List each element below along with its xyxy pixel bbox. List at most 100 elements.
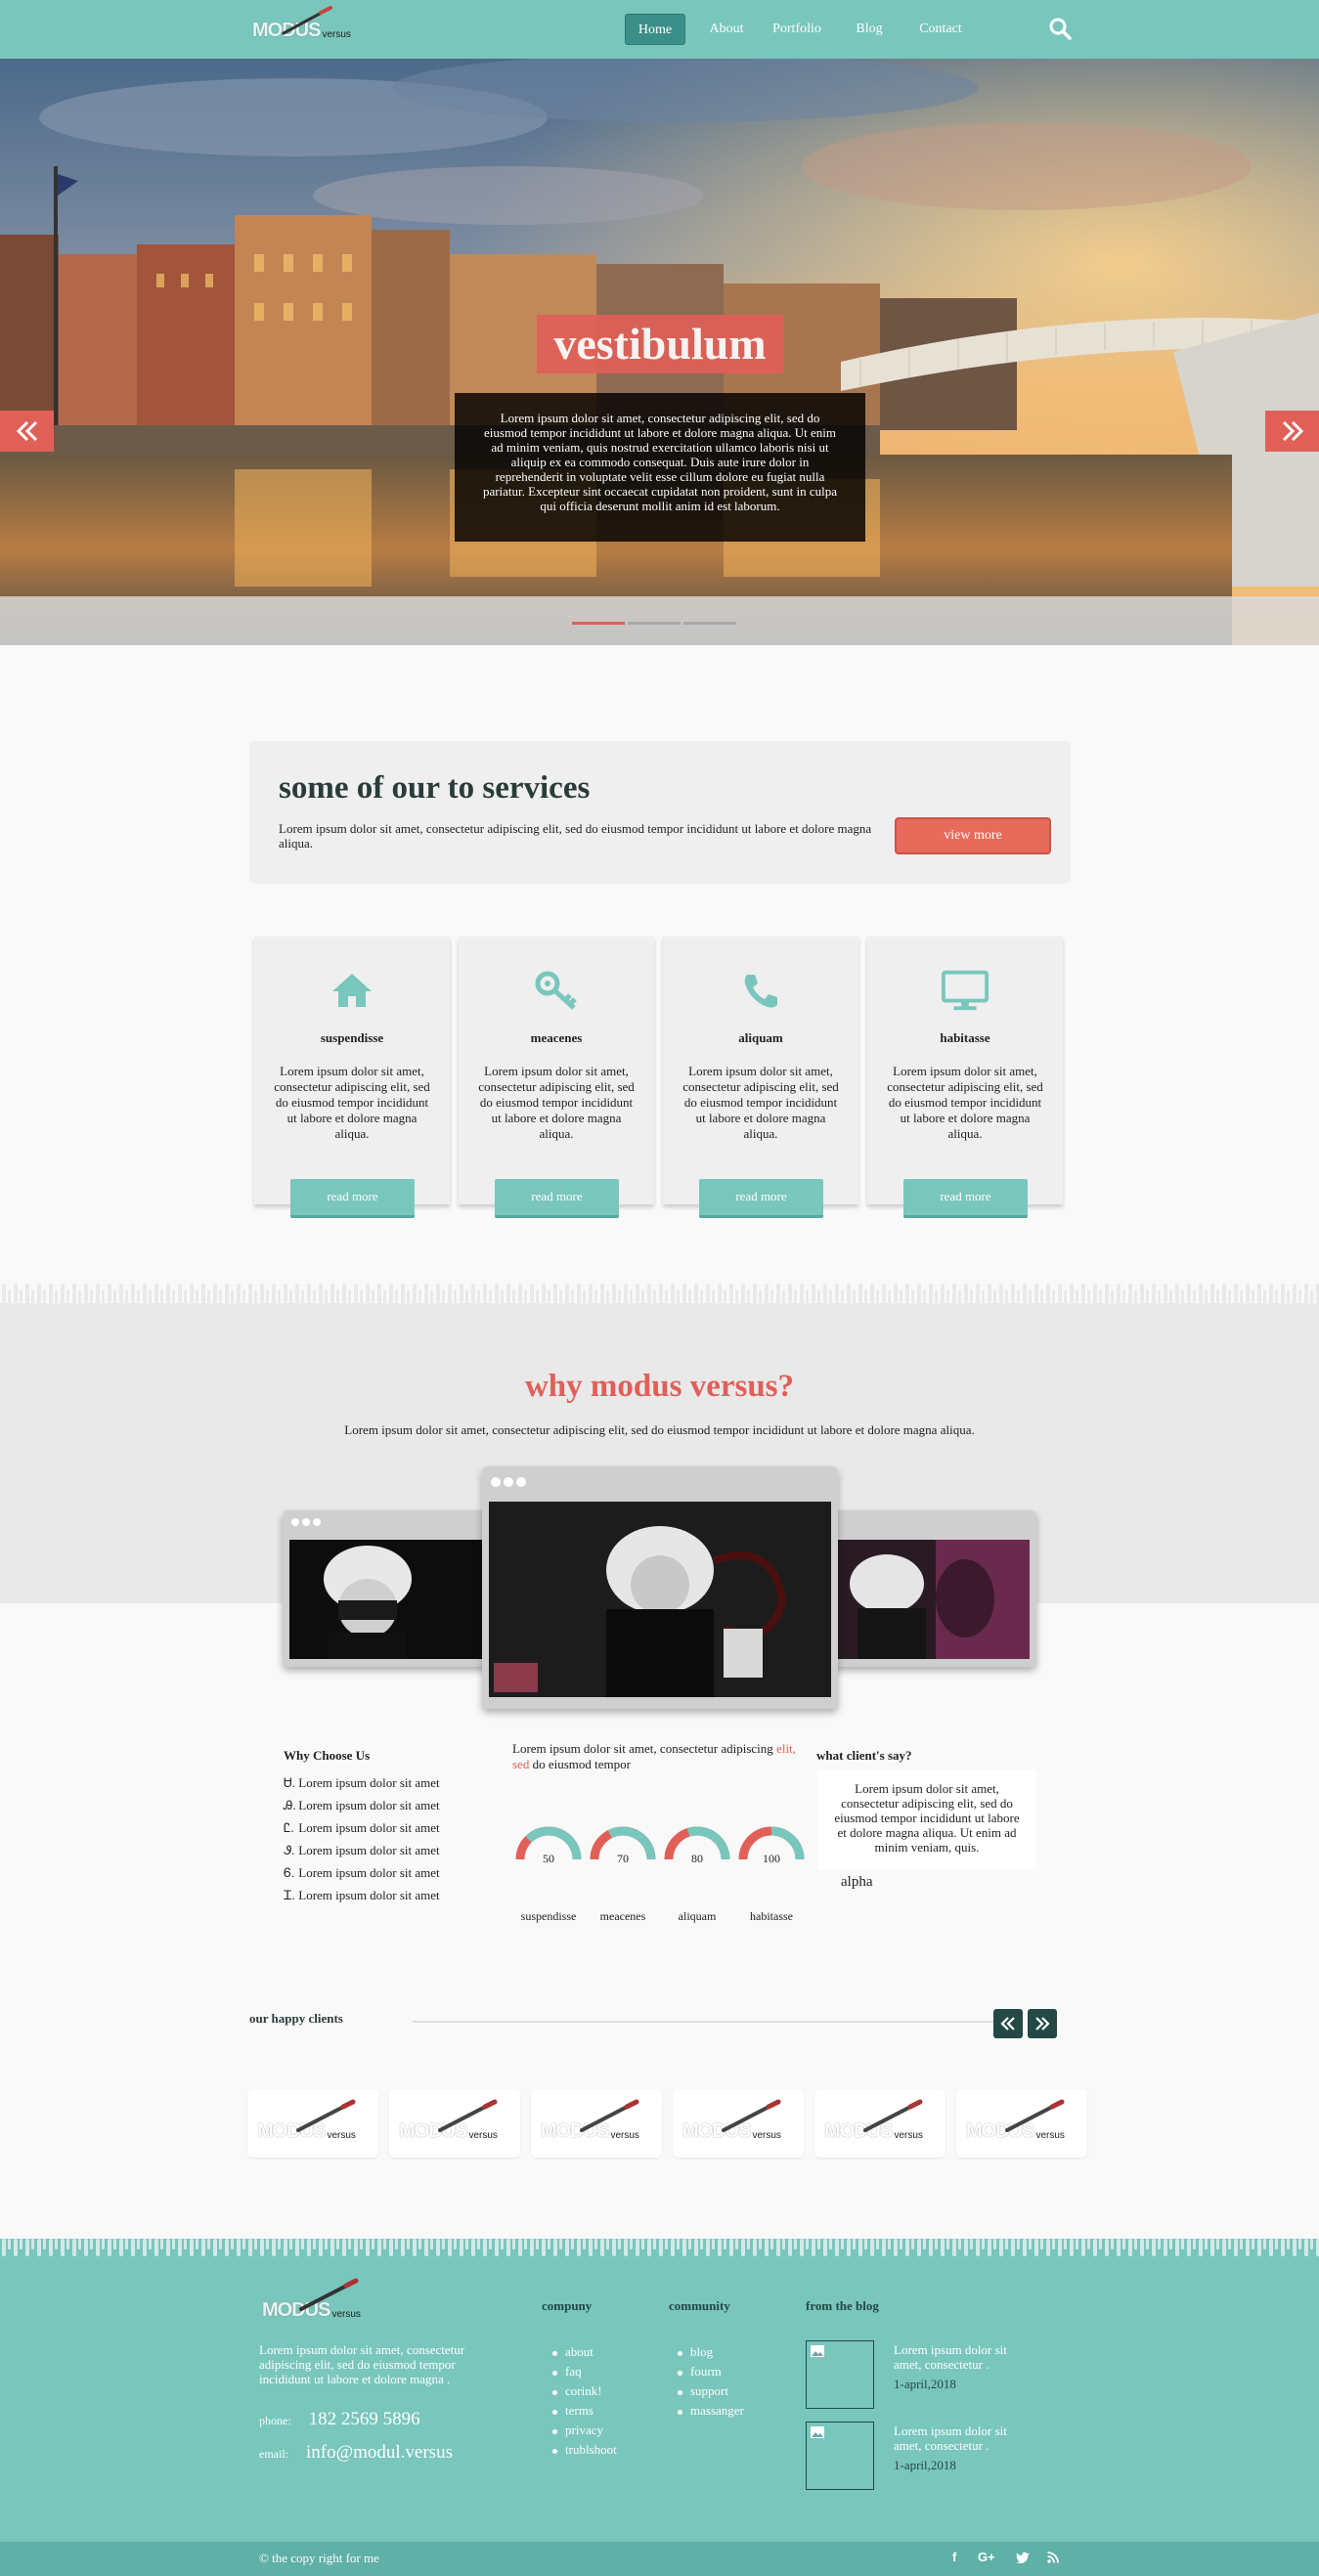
image-icon bbox=[811, 2345, 824, 2357]
service-card: suspendisse Lorem ipsum dolor sit amet, … bbox=[254, 937, 450, 1218]
slide-dot-3[interactable] bbox=[683, 622, 736, 625]
hero-text: Lorem ipsum dolor sit amet, consectetur … bbox=[455, 393, 865, 542]
client-logo[interactable]: MODUS versus bbox=[247, 2089, 378, 2158]
service-card: meacenes Lorem ipsum dolor sit amet, con… bbox=[459, 937, 654, 1218]
clients-prev-button[interactable] bbox=[993, 2009, 1023, 2038]
list-item: Ꮭ. Lorem ipsum dolor sit amet bbox=[284, 1820, 440, 1836]
search-icon[interactable] bbox=[1048, 17, 1072, 40]
bottom-bar bbox=[0, 2542, 1319, 2576]
slide-dot-2[interactable] bbox=[628, 622, 681, 625]
logo[interactable]: MODUS versus bbox=[252, 6, 351, 42]
brand-logo: MODUS versus bbox=[682, 2099, 781, 2143]
list-item: Ꭿ. Lorem ipsum dolor sit amet bbox=[284, 1798, 440, 1813]
twitter-icon[interactable] bbox=[1016, 2552, 1030, 2563]
list-item: Ꮖ. Lorem ipsum dolor sit amet bbox=[284, 1888, 440, 1903]
list-text: Lorem ipsum dolor sit amet bbox=[298, 1865, 440, 1880]
blog-thumbnail[interactable] bbox=[806, 2422, 874, 2490]
prev-slide-button[interactable] bbox=[0, 411, 54, 452]
footer-link-support[interactable]: support bbox=[678, 2383, 728, 2399]
gauge-value: 50 bbox=[543, 1852, 554, 1865]
community-heading: community bbox=[669, 2298, 730, 2313]
facebook-icon[interactable]: f bbox=[952, 2550, 956, 2564]
brand-logo: MODUS versus bbox=[541, 2099, 639, 2143]
happy-clients-title: our happy clients bbox=[249, 2011, 343, 2026]
blog-thumbnail[interactable] bbox=[806, 2340, 874, 2409]
brush-icon bbox=[1005, 2099, 1065, 2132]
rss-icon[interactable] bbox=[1047, 2552, 1059, 2563]
client-logo[interactable]: MODUS versus bbox=[956, 2089, 1087, 2158]
nav-home[interactable]: Home bbox=[625, 14, 685, 45]
anime-screenshot-left bbox=[289, 1540, 501, 1659]
footer-link-about[interactable]: about bbox=[552, 2344, 594, 2360]
view-more-button[interactable]: view more bbox=[895, 817, 1051, 854]
gauge-label: habitasse bbox=[750, 1909, 793, 1923]
footer-link-massanger[interactable]: massanger bbox=[678, 2403, 744, 2419]
card-body: Lorem ipsum dolor sit amet, consectetur … bbox=[887, 1064, 1043, 1141]
brand-logo: MODUS versus bbox=[399, 2099, 498, 2143]
client-logo[interactable]: MODUS versus bbox=[814, 2089, 945, 2158]
list-text: Lorem ipsum dolor sit amet bbox=[298, 1820, 440, 1835]
list-text: Lorem ipsum dolor sit amet bbox=[298, 1798, 440, 1812]
client-logo[interactable]: MODUS versus bbox=[673, 2089, 804, 2158]
footer-link-privacy[interactable]: privacy bbox=[552, 2423, 603, 2438]
blog-post-title[interactable]: Lorem ipsum dolor sit amet, consectetur … bbox=[894, 2423, 1031, 2453]
brush-icon bbox=[438, 2099, 498, 2132]
footer-about: Lorem ipsum dolor sit amet, consectetur … bbox=[259, 2342, 465, 2386]
client-logo[interactable]: MODUS versus bbox=[531, 2089, 662, 2158]
footer-logo[interactable]: MODUS versus bbox=[262, 2278, 361, 2322]
card-body: Lorem ipsum dolor sit amet, consectetur … bbox=[478, 1064, 635, 1141]
home-icon bbox=[328, 968, 376, 1013]
read-more-button[interactable]: read more bbox=[290, 1179, 415, 1218]
why-title: why modus versus? bbox=[524, 1369, 795, 1404]
read-more-button[interactable]: read more bbox=[699, 1179, 823, 1218]
list-text: Lorem ipsum dolor sit amet bbox=[298, 1888, 440, 1902]
copyright: © the copy right for me bbox=[259, 2551, 379, 2565]
footer-link-blog[interactable]: blog bbox=[678, 2344, 713, 2360]
service-card: aliquam Lorem ipsum dolor sit amet, cons… bbox=[663, 937, 858, 1218]
nav-contact[interactable]: Contact bbox=[909, 14, 972, 45]
testimonial-author: alpha bbox=[841, 1874, 873, 1890]
footer-link-fourm[interactable]: fourm bbox=[678, 2364, 722, 2380]
list-bullet: Ꮭ. bbox=[284, 1820, 294, 1835]
read-more-button[interactable]: read more bbox=[903, 1179, 1028, 1218]
client-logo[interactable]: MODUS versus bbox=[389, 2089, 520, 2158]
card-body: Lorem ipsum dolor sit amet, consectetur … bbox=[682, 1064, 839, 1141]
brush-icon bbox=[299, 2278, 359, 2311]
blog-post-date: 1-april,2018 bbox=[894, 2377, 956, 2391]
gauge-value: 70 bbox=[617, 1852, 629, 1865]
double-chevron-right-icon bbox=[1035, 2017, 1050, 2030]
list-text: Lorem ipsum dolor sit amet bbox=[298, 1775, 440, 1790]
service-card: habitasse Lorem ipsum dolor sit amet, co… bbox=[867, 937, 1063, 1218]
email-address[interactable]: info@modul.versus bbox=[306, 2442, 453, 2463]
phone-icon bbox=[736, 968, 785, 1013]
google-plus-icon[interactable]: G+ bbox=[978, 2550, 995, 2564]
footer-link-faq[interactable]: faq bbox=[552, 2364, 582, 2380]
next-slide-button[interactable] bbox=[1265, 411, 1319, 452]
email-label: email: bbox=[259, 2447, 288, 2461]
footer-link-terms[interactable]: terms bbox=[552, 2403, 594, 2419]
footer-link-corink[interactable]: corink! bbox=[552, 2383, 602, 2399]
gauge-value: 80 bbox=[691, 1852, 703, 1865]
double-chevron-left-icon bbox=[1000, 2017, 1015, 2030]
card-title: suspendisse bbox=[320, 1030, 384, 1045]
card-title: meacenes bbox=[530, 1030, 583, 1045]
read-more-button[interactable]: read more bbox=[495, 1179, 619, 1218]
nav-about[interactable]: About bbox=[702, 14, 751, 45]
clients-next-button[interactable] bbox=[1028, 2009, 1057, 2038]
slide-dot-1[interactable] bbox=[572, 622, 625, 625]
blog-post-title[interactable]: Lorem ipsum dolor sit amet, consectetur … bbox=[894, 2342, 1031, 2372]
footer-link-trublshoot[interactable]: trublshoot bbox=[552, 2442, 617, 2458]
brush-icon bbox=[296, 2099, 356, 2132]
divider bbox=[413, 2021, 994, 2023]
anime-screenshot-right bbox=[818, 1540, 1030, 1659]
brand-logo: MODUS versus bbox=[824, 2099, 923, 2143]
footer-email: email: info@modul.versus bbox=[259, 2442, 453, 2464]
services-panel bbox=[249, 741, 1071, 884]
services-subtitle: Lorem ipsum dolor sit amet, consectetur … bbox=[279, 821, 872, 851]
blog-heading: from the blog bbox=[806, 2298, 879, 2313]
list-bullet: Ꮜ. bbox=[284, 1775, 295, 1790]
nav-portfolio[interactable]: Portfolio bbox=[767, 14, 827, 45]
image-icon bbox=[811, 2426, 824, 2438]
phone-number[interactable]: 182 2569 5896 bbox=[309, 2409, 420, 2429]
nav-blog[interactable]: Blog bbox=[847, 14, 892, 45]
